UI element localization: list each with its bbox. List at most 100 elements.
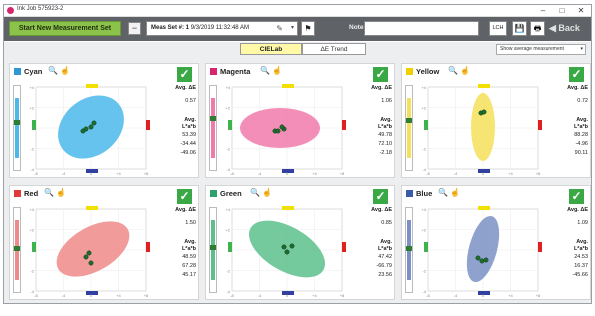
panel-blue: Blue 🔍 ☝ ✓ Avg. ΔE 1.09 Avg. L*a*b 24.53 16.37 -4… bbox=[401, 185, 591, 300]
x-tick-label: -4 bbox=[454, 171, 458, 175]
panel-title: Magenta bbox=[210, 67, 250, 76]
search-icon[interactable]: 🔍 bbox=[438, 188, 448, 197]
lch-button[interactable]: LCH bbox=[489, 21, 507, 36]
panel-green: Green 🔍 ☝ ✓ Avg. ΔE 0.85 Avg. L*a*b 47.42 -66.79… bbox=[205, 185, 395, 300]
hand-icon[interactable]: ☝ bbox=[262, 188, 272, 197]
panel-magenta: Magenta 🔍 ☝ ✓ Avg. ΔE 1.06 Avg. L*a*b 49.78 72.1… bbox=[205, 63, 395, 178]
check-icon[interactable]: ✓ bbox=[373, 67, 388, 82]
measurement-point bbox=[281, 244, 287, 250]
delta-l-bar bbox=[209, 85, 217, 171]
color-swatch bbox=[406, 68, 413, 75]
delta-l-marker bbox=[14, 120, 20, 125]
x-tick-label: -4 bbox=[62, 171, 66, 175]
hand-icon[interactable]: ☝ bbox=[450, 188, 460, 197]
remove-measurement-button[interactable]: − bbox=[128, 22, 141, 35]
measurement-point bbox=[88, 124, 94, 130]
panel-yellow: Yellow 🔍 ☝ ✓ Avg. ΔE 0.72 Avg. L*a*b 88.28 -4.96… bbox=[401, 63, 591, 178]
measurement-point bbox=[279, 124, 285, 130]
lab-b-value: -2.18 bbox=[379, 150, 392, 156]
search-icon[interactable]: 🔍 bbox=[44, 188, 54, 197]
view-mode-select[interactable]: Show average measurement ▾ bbox=[496, 44, 586, 55]
hand-icon[interactable]: ☝ bbox=[272, 66, 282, 75]
check-icon[interactable]: ✓ bbox=[373, 189, 388, 204]
print-icon: 🖶 bbox=[533, 24, 542, 33]
measurement-point bbox=[479, 258, 485, 264]
lab-b-value: 45.17 bbox=[182, 272, 196, 278]
lab-a-value: -4.96 bbox=[575, 141, 588, 147]
tab-cielab[interactable]: CIELab bbox=[240, 43, 302, 55]
y-tick-label: +2 bbox=[225, 228, 230, 233]
check-icon[interactable]: ✓ bbox=[177, 189, 192, 204]
ab-plot[interactable]: -8 -4 0 +4 +8+4+20-2-4 bbox=[224, 205, 349, 297]
lab-a-value: 67.28 bbox=[182, 263, 196, 269]
search-icon[interactable]: 🔍 bbox=[250, 188, 260, 197]
tab-de-trend[interactable]: ΔE Trend bbox=[302, 43, 366, 55]
yellow-axis-marker bbox=[478, 206, 490, 210]
start-new-measurement-set-button[interactable]: Start New Measurement Set bbox=[9, 21, 121, 36]
delta-l-marker bbox=[210, 116, 216, 121]
avg-de-label: Avg. ΔE bbox=[567, 207, 588, 213]
maximize-button[interactable]: □ bbox=[553, 5, 571, 16]
lab-a-value: 16.37 bbox=[574, 263, 588, 269]
hand-icon[interactable]: ☝ bbox=[460, 66, 470, 75]
x-tick-label: +4 bbox=[312, 293, 317, 297]
chevron-down-icon[interactable]: ▾ bbox=[291, 22, 294, 35]
panel-title: Red bbox=[14, 189, 38, 198]
minimize-button[interactable]: – bbox=[534, 5, 552, 16]
avg-lab-label: Avg. L*a*b bbox=[377, 117, 392, 130]
x-tick-label: -8 bbox=[230, 293, 234, 297]
panel-name: Red bbox=[24, 189, 39, 198]
ab-plot[interactable]: -8 -4 0 +4 +8+4+20-2-4 bbox=[420, 83, 545, 175]
color-swatch bbox=[14, 68, 21, 75]
y-tick-label: -2 bbox=[30, 269, 34, 274]
delta-l-marker bbox=[210, 245, 216, 250]
x-tick-label: +8 bbox=[144, 171, 149, 175]
y-tick-label: -2 bbox=[226, 147, 230, 152]
flag-button[interactable]: ⚑ bbox=[301, 21, 315, 36]
panel-name: Green bbox=[220, 189, 242, 198]
panel-name: Yellow bbox=[416, 67, 440, 76]
back-button[interactable]: ◀ Back bbox=[549, 21, 589, 36]
y-tick-label: +4 bbox=[29, 207, 34, 212]
delta-l-bar bbox=[405, 207, 413, 293]
search-icon[interactable]: 🔍 bbox=[48, 66, 58, 75]
ab-plot[interactable]: -8 -4 0 +4 +8+4+20-2-4 bbox=[224, 83, 349, 175]
color-swatch bbox=[210, 68, 217, 75]
print-button[interactable]: 🖶 bbox=[530, 21, 545, 36]
search-icon[interactable]: 🔍 bbox=[260, 66, 270, 75]
color-swatch bbox=[406, 190, 413, 197]
avg-de-value: 1.06 bbox=[381, 98, 392, 104]
ab-plot[interactable]: -8 -4 0 +4 +8+4+20-2-4 bbox=[420, 205, 545, 297]
check-icon[interactable]: ✓ bbox=[569, 67, 584, 82]
avg-lab-label: Avg. L*a*b bbox=[377, 239, 392, 252]
avg-lab-label: Avg. L*a*b bbox=[573, 117, 588, 130]
measurement-point bbox=[481, 109, 487, 115]
x-tick-label: -4 bbox=[258, 171, 262, 175]
save-button[interactable]: 💾 bbox=[512, 21, 527, 36]
avg-de-value: 1.50 bbox=[185, 220, 196, 226]
x-tick-label: +4 bbox=[116, 171, 121, 175]
red-axis-marker bbox=[538, 120, 542, 130]
panel-name: Cyan bbox=[24, 67, 43, 76]
y-tick-label: +2 bbox=[421, 106, 426, 111]
close-button[interactable]: ✕ bbox=[572, 5, 590, 16]
y-tick-label: +4 bbox=[421, 85, 426, 90]
chevron-down-icon: ▾ bbox=[580, 46, 583, 52]
ab-plot[interactable]: -8 -4 0 +4 +8+4+20-2-4 bbox=[28, 205, 153, 297]
x-tick-label: -4 bbox=[454, 293, 458, 297]
panel-title: Blue bbox=[406, 189, 432, 198]
check-icon[interactable]: ✓ bbox=[569, 189, 584, 204]
ab-plot[interactable]: -8 -4 0 +4 +8+4+20-2-4 bbox=[28, 83, 153, 175]
check-icon[interactable]: ✓ bbox=[177, 67, 192, 82]
yellow-axis-marker bbox=[86, 206, 98, 210]
y-tick-label: -2 bbox=[422, 269, 426, 274]
hand-icon[interactable]: ☝ bbox=[56, 188, 66, 197]
x-tick-label: -8 bbox=[34, 171, 38, 175]
search-icon[interactable]: 🔍 bbox=[448, 66, 458, 75]
hand-icon[interactable]: ☝ bbox=[60, 66, 70, 75]
delta-l-fill bbox=[407, 98, 411, 158]
y-tick-label: +2 bbox=[421, 228, 426, 233]
pencil-icon[interactable]: ✎ bbox=[276, 22, 283, 35]
measurement-set-select[interactable]: Meas Set #: 1 9/3/2019 11:32:48 AM ✎ ▾ bbox=[146, 21, 298, 36]
notes-input[interactable] bbox=[364, 21, 479, 36]
